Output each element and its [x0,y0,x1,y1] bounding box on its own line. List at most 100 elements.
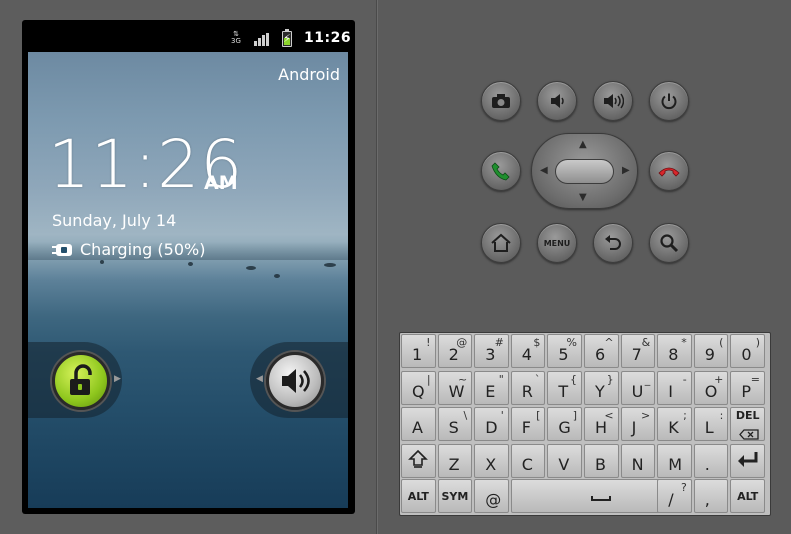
key-j[interactable]: J > [620,407,656,441]
back-button[interactable] [593,223,633,263]
key-alt-label: ! [426,336,431,349]
key-main-label: R [521,382,533,401]
menu-button[interactable]: MENU [537,223,577,263]
key-t[interactable]: T{ [547,371,582,405]
wallpaper-rock [246,266,256,270]
dpad-left-arrow-icon[interactable]: ◀ [540,166,548,176]
key-alt-label: _ [644,373,651,386]
key-g[interactable]: G] [547,407,582,441]
backspace-icon [739,425,760,444]
key-p[interactable]: P = [730,371,765,405]
key-6[interactable]: 6 ^ [584,334,619,368]
key-main-label: 8 [668,345,679,364]
call-button[interactable] [481,151,521,191]
back-icon [605,235,621,250]
end-call-button[interactable] [649,151,689,191]
key-m[interactable]: M [657,444,692,478]
key-r[interactable]: R ` [510,371,546,405]
power-button[interactable] [649,81,689,121]
key-4[interactable]: 4 $ [510,334,546,368]
key-main-label: N [631,455,644,474]
key-alt-label: ; [683,409,687,422]
key-k[interactable]: K; [657,407,692,441]
unlock-slider-handle[interactable] [52,352,110,410]
key-u[interactable]: U _ [620,371,656,405]
key-main-label: T [558,382,569,401]
key-main-label: 0 [741,345,752,364]
key-q[interactable]: Q | [401,371,436,405]
key-b[interactable]: B [584,444,619,478]
key-7[interactable]: 7 & [620,334,656,368]
at-key[interactable]: @ [474,479,509,513]
comma-key[interactable]: , [693,479,729,513]
wallpaper-rock [274,274,280,278]
key-e[interactable]: E " [474,371,509,405]
key-1[interactable]: 1! [401,334,436,368]
dpad-up-arrow-icon[interactable]: ▲ [579,140,587,150]
alt-key-right[interactable]: ALT [730,479,765,513]
key-a[interactable]: A [401,407,436,441]
key-d[interactable]: D ' [474,407,509,441]
search-icon [660,234,679,253]
alt-key-left[interactable]: ALT [401,479,436,513]
sound-slider-handle[interactable] [266,352,324,410]
dpad-down-arrow-icon[interactable]: ▼ [579,193,587,203]
key-x[interactable]: X [474,444,509,478]
key-alt-label: } [606,373,614,386]
key-alt-label: | [426,373,431,386]
camera-button[interactable] [481,81,521,121]
key-main-label: U [631,382,644,401]
key-3[interactable]: 3 # [474,334,509,368]
volume-down-icon [551,94,564,108]
key-h[interactable]: H < [584,407,619,441]
key-main-label: 9 [704,345,715,364]
key-period[interactable]: . [693,444,729,478]
volume-up-button[interactable] [593,81,633,121]
key-5[interactable]: 5% [547,334,582,368]
slide-left-arrow-icon: ◀ [256,374,263,384]
delete-key[interactable]: DEL [730,407,765,441]
home-button[interactable] [481,223,521,263]
key-alt-label: = [750,373,760,386]
key-n[interactable]: N [620,444,656,478]
shift-key[interactable] [401,444,436,478]
key-main-label: 7 [631,345,642,364]
key-c[interactable]: C [510,444,546,478]
key-v[interactable]: V [547,444,582,478]
search-button[interactable] [649,223,689,263]
key-alt-label: $ [533,336,541,349]
key-z[interactable]: Z [437,444,473,478]
enter-key[interactable] [730,444,765,478]
shift-icon [402,449,435,474]
key-w[interactable]: W ~ [437,371,473,405]
key-main-label: J [631,418,637,437]
key-main-label: L [704,418,714,437]
key-alt-label: # [494,336,504,349]
lock-screen[interactable]: Android 11:26 AM Sunday, July 14 Chargin… [28,52,348,508]
key-9[interactable]: 9( [693,334,729,368]
key-l[interactable]: L: [693,407,729,441]
camera-icon [492,94,510,108]
wallpaper-rock [188,262,193,266]
dpad-center-button[interactable] [555,159,614,184]
dpad-right-arrow-icon[interactable]: ▶ [622,166,630,176]
key-2[interactable]: 2 @ [437,334,473,368]
charging-status: Charging (50%) [52,240,205,259]
slash-key[interactable]: /? [657,479,692,513]
call-icon [491,162,510,181]
key-8[interactable]: 8 * [657,334,692,368]
sym-key[interactable]: SYM [437,479,473,513]
key-y[interactable]: Y} [584,371,619,405]
key-alt-label: ' [500,409,504,422]
key-i[interactable]: I- [657,371,692,405]
key-main-label: D [485,418,498,437]
key-main-label: . [704,455,710,474]
key-s[interactable]: S \ [437,407,473,441]
key-f[interactable]: F[ [510,407,546,441]
key-alt-label: " [498,373,504,386]
key-0[interactable]: 0) [730,334,765,368]
key-o[interactable]: O + [693,371,729,405]
power-icon [661,93,677,110]
key-main-label: 4 [521,345,532,364]
volume-down-button[interactable] [537,81,577,121]
